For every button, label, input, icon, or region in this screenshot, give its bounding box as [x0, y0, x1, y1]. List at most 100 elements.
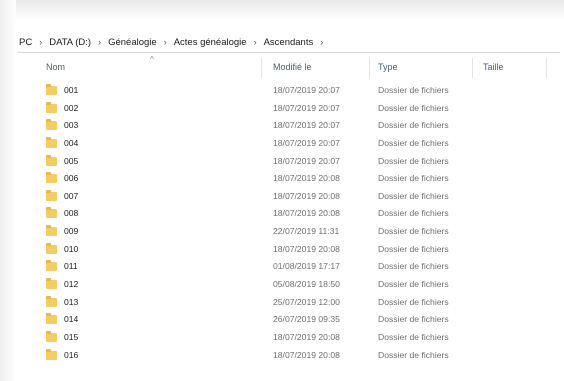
column-divider[interactable]	[472, 58, 473, 78]
window-shadow-top	[0, 0, 564, 20]
breadcrumb-ascendants[interactable]: Ascendants	[263, 37, 315, 48]
folder-icon	[46, 136, 57, 148]
address-bar[interactable]: PC › DATA (D:) › Généalogie › Actes géné…	[18, 32, 560, 53]
folder-icon	[46, 295, 57, 307]
file-name: 013	[64, 296, 79, 307]
file-type: Dossier de fichiers	[378, 261, 449, 272]
file-name: 006	[64, 173, 79, 184]
file-name: 003	[64, 120, 79, 131]
folder-icon	[46, 330, 57, 342]
file-type: Dossier de fichiers	[378, 349, 449, 360]
file-explorer-window: PC › DATA (D:) › Généalogie › Actes géné…	[14, 22, 564, 381]
table-row[interactable]: 012 05/08/2019 18:50 Dossier de fichiers	[14, 276, 564, 294]
file-modified: 18/07/2019 20:08	[273, 208, 340, 219]
table-row[interactable]: 009 22/07/2019 11:31 Dossier de fichiers	[14, 223, 564, 241]
column-divider[interactable]	[546, 58, 547, 78]
column-header-name[interactable]: Nom	[46, 56, 65, 78]
file-modified: 22/07/2019 11:31	[273, 226, 340, 237]
file-type: Dossier de fichiers	[378, 155, 449, 166]
file-modified: 18/07/2019 20:08	[273, 243, 340, 254]
column-divider[interactable]	[261, 58, 262, 78]
file-modified: 18/07/2019 20:08	[273, 331, 340, 342]
file-type: Dossier de fichiers	[378, 190, 449, 201]
table-row[interactable]: 005 18/07/2019 20:07 Dossier de fichiers	[14, 153, 564, 171]
table-row[interactable]: 010 18/07/2019 20:08 Dossier de fichiers	[14, 241, 564, 259]
table-row[interactable]: 003 18/07/2019 20:07 Dossier de fichiers	[14, 117, 564, 135]
file-name: 005	[64, 155, 79, 166]
table-row[interactable]: 007 18/07/2019 20:08 Dossier de fichiers	[14, 188, 564, 206]
file-type: Dossier de fichiers	[378, 85, 449, 95]
table-row[interactable]: 014 26/07/2019 09:35 Dossier de fichiers	[14, 311, 564, 329]
column-header-row: ^ Nom Modifié le Type Taille	[14, 55, 564, 78]
file-modified: 18/07/2019 20:08	[273, 349, 340, 360]
table-row[interactable]: 008 18/07/2019 20:08 Dossier de fichiers	[14, 205, 564, 223]
breadcrumb-actes-genealogie[interactable]: Actes généalogie	[173, 37, 248, 48]
column-header-size[interactable]: Taille	[483, 56, 504, 78]
folder-icon	[46, 119, 57, 131]
table-row[interactable]: 013 25/07/2019 12:00 Dossier de fichiers	[14, 294, 564, 312]
file-name: 007	[64, 190, 79, 201]
file-modified: 18/07/2019 20:08	[273, 190, 340, 201]
file-modified: 05/08/2019 18:50	[273, 279, 340, 290]
table-row[interactable]: 015 18/07/2019 20:08 Dossier de fichiers	[14, 329, 564, 347]
folder-icon	[46, 225, 57, 237]
file-type: Dossier de fichiers	[378, 296, 449, 307]
file-modified: 18/07/2019 20:07	[273, 137, 340, 148]
folder-icon	[46, 207, 57, 219]
file-type: Dossier de fichiers	[378, 137, 449, 148]
file-type: Dossier de fichiers	[378, 102, 449, 113]
file-modified: 18/07/2019 20:07	[273, 102, 340, 113]
table-row[interactable]: 006 18/07/2019 20:08 Dossier de fichiers	[14, 170, 564, 188]
file-modified: 18/07/2019 20:07	[273, 155, 340, 166]
chevron-right-icon[interactable]: ›	[314, 37, 329, 47]
file-name: 010	[64, 243, 79, 254]
folder-icon	[46, 260, 57, 272]
file-type: Dossier de fichiers	[378, 226, 449, 237]
table-row[interactable]: 011 01/08/2019 17:17 Dossier de fichiers	[14, 258, 564, 276]
file-modified: 26/07/2019 09:35	[273, 314, 340, 325]
chevron-right-icon[interactable]: ›	[158, 37, 173, 47]
folder-icon	[46, 172, 57, 184]
column-divider[interactable]	[369, 58, 370, 78]
file-name: 004	[64, 137, 79, 148]
chevron-right-icon[interactable]: ›	[248, 37, 263, 47]
file-name: 001	[64, 85, 79, 95]
sort-ascending-icon: ^	[150, 55, 154, 64]
file-name: 012	[64, 279, 79, 290]
file-modified: 01/08/2019 17:17	[273, 261, 340, 272]
file-type: Dossier de fichiers	[378, 208, 449, 219]
table-row[interactable]: 001 18/07/2019 20:07 Dossier de fichiers	[14, 82, 564, 100]
breadcrumb-data-drive[interactable]: DATA (D:)	[48, 37, 92, 48]
file-modified: 18/07/2019 20:07	[273, 120, 340, 131]
folder-icon	[46, 278, 57, 290]
file-type: Dossier de fichiers	[378, 120, 449, 131]
table-row[interactable]: 016 18/07/2019 20:08 Dossier de fichiers	[14, 347, 564, 365]
breadcrumb-pc[interactable]: PC	[18, 37, 33, 48]
file-type: Dossier de fichiers	[378, 314, 449, 325]
file-name: 008	[64, 208, 79, 219]
folder-icon	[46, 101, 57, 113]
chevron-right-icon[interactable]: ›	[92, 37, 107, 47]
folder-icon	[46, 242, 57, 254]
column-header-modified[interactable]: Modifié le	[273, 56, 312, 78]
chevron-right-icon[interactable]: ›	[33, 37, 48, 47]
file-modified: 18/07/2019 20:08	[273, 173, 340, 184]
table-row[interactable]: 002 18/07/2019 20:07 Dossier de fichiers	[14, 100, 564, 118]
file-name: 014	[64, 314, 79, 325]
folder-icon	[46, 348, 57, 360]
table-row[interactable]: 004 18/07/2019 20:07 Dossier de fichiers	[14, 135, 564, 153]
file-name: 009	[64, 226, 79, 237]
folder-icon	[46, 313, 57, 325]
file-type: Dossier de fichiers	[378, 243, 449, 254]
folder-icon	[46, 189, 57, 201]
folder-icon	[46, 84, 57, 95]
file-type: Dossier de fichiers	[378, 279, 449, 290]
folder-icon	[46, 154, 57, 166]
file-list: 001 18/07/2019 20:07 Dossier de fichiers…	[14, 82, 564, 364]
file-type: Dossier de fichiers	[378, 331, 449, 342]
breadcrumb-genealogie[interactable]: Généalogie	[107, 37, 158, 48]
file-name: 016	[64, 349, 79, 360]
column-header-type[interactable]: Type	[378, 56, 398, 78]
file-modified: 25/07/2019 12:00	[273, 296, 340, 307]
file-name: 002	[64, 102, 79, 113]
